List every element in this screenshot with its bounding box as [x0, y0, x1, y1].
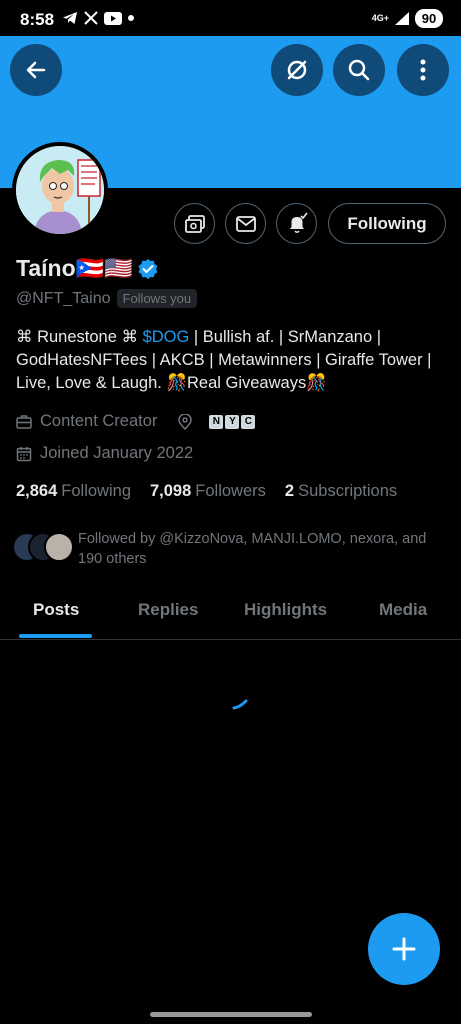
verified-badge-icon[interactable] — [137, 258, 159, 280]
followers-count: 7,098 — [150, 482, 192, 500]
bell-check-icon — [289, 212, 308, 233]
tab-highlights[interactable]: Highlights — [244, 600, 327, 620]
profile-category: Content Creator — [40, 412, 158, 430]
subscriptions-stat[interactable]: 2 Subscriptions — [285, 482, 397, 501]
bio-prefix: ⌘ Runestone ⌘ — [16, 328, 143, 346]
followed-by-text: Followed by @KizzoNova, MANJI.LOMO, nexo… — [78, 531, 427, 567]
user-handle: @NFT_Taino — [16, 289, 111, 307]
stats-row: 2,864 Following 7,098 Followers 2 Subscript… — [16, 482, 416, 501]
youtube-icon — [104, 11, 122, 25]
subscriptions-label: Subscriptions — [298, 482, 398, 500]
battery-indicator: 90 — [415, 9, 443, 28]
notifications-button[interactable] — [276, 203, 317, 244]
tab-posts[interactable]: Posts — [33, 600, 79, 620]
tab-replies[interactable]: Replies — [138, 600, 198, 620]
mutual-avatars — [12, 529, 76, 565]
loading-spinner-icon — [232, 699, 248, 710]
location-letter: C — [241, 414, 256, 429]
display-name: Taíno🇵🇷🇺🇸 — [16, 255, 133, 281]
photo-stack-icon — [184, 214, 205, 233]
avatar-image — [16, 146, 104, 234]
following-count: 2,864 — [16, 482, 58, 500]
status-right: 4G+ 90 — [372, 9, 443, 28]
joined-row: Joined January 2022 — [16, 444, 193, 463]
follows-you-badge: Follows you — [116, 289, 198, 308]
profile-meta-row: Content Creator N Y C — [16, 412, 256, 431]
message-button[interactable] — [225, 203, 266, 244]
followed-by-row[interactable]: Followed by @KizzoNova, MANJI.LOMO, nexo… — [12, 529, 448, 569]
calendar-icon — [16, 446, 32, 462]
arrow-left-icon — [26, 61, 46, 79]
profile-tabs: Posts Replies Highlights Media — [0, 590, 461, 640]
network-label: 4G+ — [371, 13, 389, 23]
search-button[interactable] — [333, 44, 385, 96]
envelope-icon — [235, 215, 256, 232]
following-stat[interactable]: 2,864 Following — [16, 482, 131, 501]
plus-icon — [392, 937, 416, 961]
following-label: Following — [61, 482, 131, 500]
avatar — [44, 532, 74, 562]
status-bar: 8:58 4G+ 90 — [0, 0, 461, 36]
handle-row: @NFT_Taino Follows you — [16, 289, 198, 308]
dot-icon — [128, 15, 134, 21]
home-indicator[interactable] — [150, 1012, 312, 1017]
telegram-icon — [63, 12, 77, 24]
compose-post-button[interactable] — [368, 913, 440, 985]
back-button[interactable] — [10, 44, 62, 96]
following-button[interactable]: Following — [328, 203, 446, 244]
grok-icon — [287, 60, 307, 80]
followers-label: Followers — [195, 482, 266, 500]
active-tab-indicator — [19, 634, 92, 638]
location-letter: Y — [225, 414, 240, 429]
bio-cashtag-link[interactable]: $DOG — [143, 328, 190, 346]
media-button[interactable] — [174, 203, 215, 244]
signal-icon — [395, 12, 409, 25]
cartoon-avatar-illustration — [16, 146, 104, 234]
notification-icons — [62, 11, 134, 25]
profile-avatar[interactable] — [12, 142, 108, 238]
more-vertical-icon — [420, 59, 426, 81]
location-tag: N Y C — [209, 414, 256, 429]
joined-date: Joined January 2022 — [40, 444, 194, 462]
profile-bio: ⌘ Runestone ⌘ $DOG | Bullish af. | SrMan… — [16, 326, 446, 395]
status-time: 8:58 — [20, 10, 55, 29]
more-options-button[interactable] — [397, 44, 449, 96]
x-icon — [84, 11, 98, 25]
grok-button[interactable] — [271, 44, 323, 96]
subscriptions-count: 2 — [284, 482, 295, 500]
location-pin-icon — [177, 413, 193, 430]
briefcase-icon — [16, 414, 32, 430]
name-row: Taíno🇵🇷🇺🇸 — [16, 255, 159, 282]
location-letter: N — [209, 414, 224, 429]
search-icon — [348, 59, 370, 81]
tab-media[interactable]: Media — [379, 600, 427, 620]
followers-stat[interactable]: 7,098 Followers — [150, 482, 266, 501]
